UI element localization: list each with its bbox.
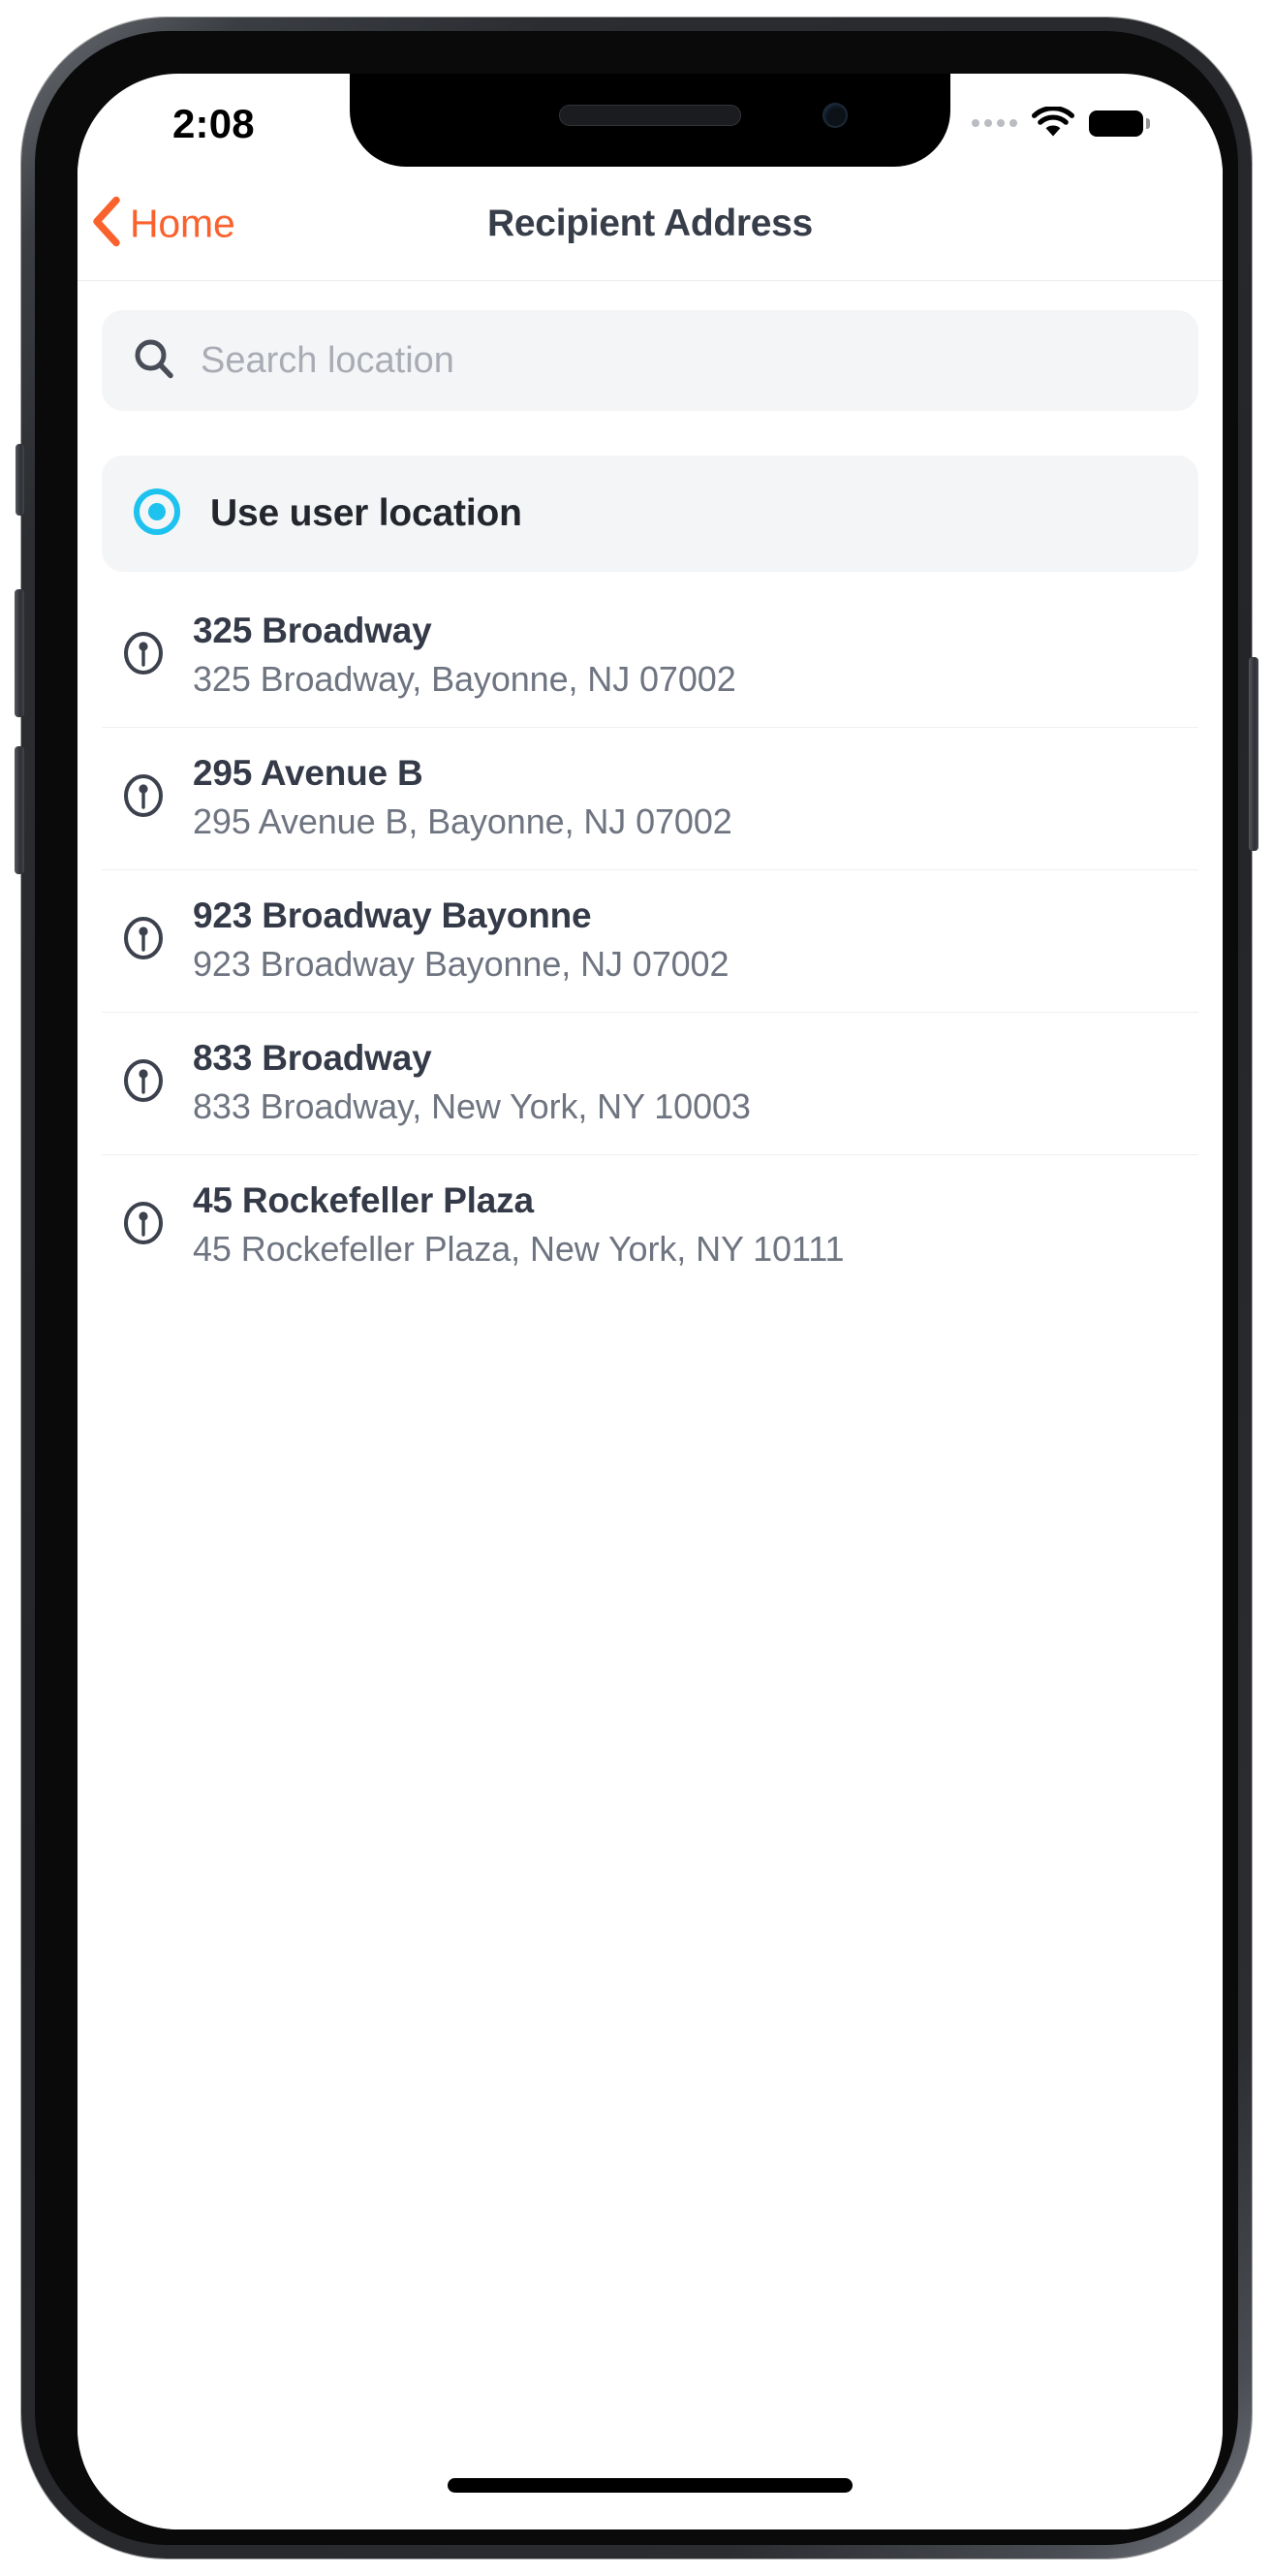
signal-dots-icon — [972, 119, 1017, 127]
address-list-item[interactable]: 923 Broadway Bayonne 923 Broadway Bayonn… — [102, 870, 1198, 1013]
address-list-item[interactable]: 295 Avenue B 295 Avenue B, Bayonne, NJ 0… — [102, 728, 1198, 870]
address-list-item[interactable]: 45 Rockefeller Plaza 45 Rockefeller Plaz… — [102, 1155, 1198, 1297]
address-item-title: 325 Broadway — [193, 611, 432, 650]
chevron-left-icon — [91, 195, 122, 252]
address-item-subtitle: 833 Broadway, New York, NY 10003 — [193, 1086, 751, 1126]
map-pin-circle-icon — [119, 629, 168, 682]
back-button[interactable]: Home — [91, 195, 235, 252]
address-item-subtitle: 295 Avenue B, Bayonne, NJ 07002 — [193, 801, 732, 841]
address-item-text: 45 Rockefeller Plaza 45 Rockefeller Plaz… — [193, 1180, 844, 1270]
map-pin-circle-icon — [119, 771, 168, 825]
device-notch — [350, 74, 950, 167]
use-user-location-button[interactable]: Use user location — [102, 456, 1198, 572]
address-item-subtitle: 45 Rockefeller Plaza, New York, NY 10111 — [193, 1229, 845, 1269]
search-section — [78, 281, 1223, 442]
search-input[interactable] — [201, 339, 1167, 382]
power-button[interactable] — [1249, 657, 1258, 851]
front-camera-icon — [823, 103, 848, 128]
navigation-bar: Home Recipient Address — [78, 167, 1223, 281]
use-user-location-label: Use user location — [210, 492, 522, 534]
status-bar-clock: 2:08 — [172, 101, 255, 146]
map-pin-circle-icon — [119, 914, 168, 967]
status-bar-indicators — [972, 107, 1150, 140]
current-location-icon — [131, 486, 183, 543]
volume-down-button[interactable] — [15, 746, 24, 874]
home-indicator[interactable] — [448, 2478, 853, 2493]
earpiece-speaker-icon — [559, 105, 741, 126]
address-item-subtitle: 325 Broadway, Bayonne, NJ 07002 — [193, 659, 736, 699]
map-pin-circle-icon — [119, 1056, 168, 1110]
wifi-icon — [1031, 107, 1075, 140]
address-results-panel: Use user location 325 Broadway 325 Broad… — [78, 442, 1223, 2529]
address-item-text: 295 Avenue B 295 Avenue B, Bayonne, NJ 0… — [193, 753, 732, 842]
map-pin-circle-icon — [119, 1199, 168, 1252]
back-button-label: Home — [130, 201, 235, 245]
phone-screen: 2:08 Home Recipient Address Search locat… — [78, 74, 1223, 2529]
address-item-title: 295 Avenue B — [193, 753, 423, 793]
search-icon — [133, 337, 175, 385]
page-title: Recipient Address — [487, 202, 813, 244]
silent-switch-button[interactable] — [16, 444, 24, 516]
phone-bezel: 2:08 Home Recipient Address Search locat… — [35, 31, 1238, 2545]
search-field[interactable] — [102, 310, 1198, 411]
address-list-item[interactable]: 325 Broadway 325 Broadway, Bayonne, NJ 0… — [102, 585, 1198, 728]
address-item-text: 833 Broadway 833 Broadway, New York, NY … — [193, 1038, 751, 1127]
address-list: 325 Broadway 325 Broadway, Bayonne, NJ 0… — [102, 585, 1198, 1297]
address-item-title: 45 Rockefeller Plaza — [193, 1180, 534, 1220]
address-item-text: 325 Broadway 325 Broadway, Bayonne, NJ 0… — [193, 611, 736, 700]
address-item-subtitle: 923 Broadway Bayonne, NJ 07002 — [193, 944, 730, 984]
address-item-title: 923 Broadway Bayonne — [193, 895, 592, 935]
address-item-text: 923 Broadway Bayonne 923 Broadway Bayonn… — [193, 895, 729, 985]
address-list-item[interactable]: 833 Broadway 833 Broadway, New York, NY … — [102, 1013, 1198, 1155]
address-item-title: 833 Broadway — [193, 1038, 432, 1078]
phone-frame: 2:08 Home Recipient Address Search locat… — [15, 17, 1258, 2559]
volume-up-button[interactable] — [15, 589, 24, 717]
battery-full-icon — [1089, 110, 1150, 137]
